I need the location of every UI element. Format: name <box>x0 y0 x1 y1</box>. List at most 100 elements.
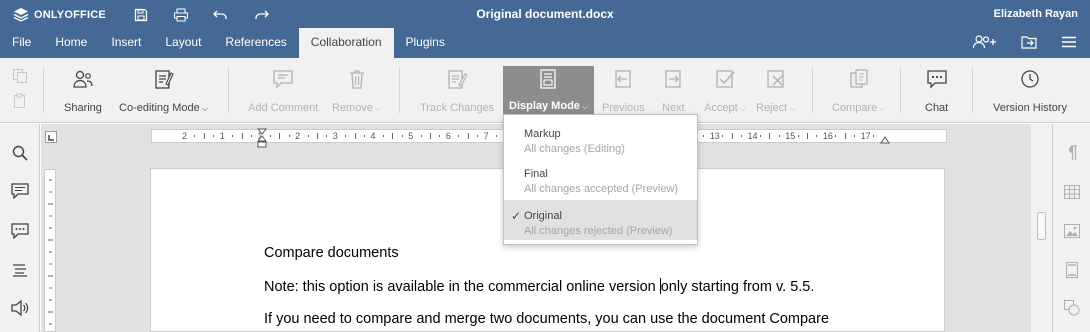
tab-layout[interactable]: Layout <box>153 28 213 58</box>
ruler-tick <box>392 133 394 139</box>
ruler-tick <box>288 135 290 137</box>
option-label: Markup <box>524 128 561 140</box>
display-mode-option-final[interactable]: Final All changes accepted (Preview) <box>504 158 697 198</box>
checkmark-icon: ✓ <box>511 209 522 223</box>
accept-label: Accept <box>704 102 738 114</box>
shape-settings-icon[interactable] <box>1061 297 1083 319</box>
document-paragraph[interactable]: Note: this option is available in the co… <box>264 278 814 295</box>
copy-icon[interactable] <box>12 68 28 87</box>
ruler-number: 4 <box>370 131 376 141</box>
indent-marker[interactable] <box>257 128 267 148</box>
separator <box>812 67 813 113</box>
tab-references[interactable]: References <box>213 28 298 58</box>
search-icon[interactable] <box>9 142 31 164</box>
track-changes-button[interactable]: Track Changes <box>417 68 497 114</box>
reject-button[interactable]: Reject ⌵ <box>753 68 798 114</box>
chat-icon <box>926 70 947 89</box>
ruler-tick <box>279 133 281 139</box>
image-settings-icon[interactable] <box>1061 220 1083 242</box>
ruler-tick <box>430 133 432 139</box>
document-heading[interactable]: Compare documents <box>264 245 399 261</box>
vertical-ruler[interactable] <box>44 169 56 332</box>
ruler-tick <box>816 135 818 137</box>
ruler-tick <box>203 133 205 139</box>
ruler-tick <box>382 135 384 137</box>
track-changes-icon <box>448 70 468 89</box>
menu-tabs: File Home Insert Layout References Colla… <box>0 28 457 58</box>
user-name[interactable]: Elizabeth Rayan <box>994 8 1078 20</box>
compare-label: Compare <box>832 102 878 114</box>
compare-icon <box>850 69 868 88</box>
tab-stop-selector[interactable] <box>45 131 57 143</box>
header-footer-settings-icon[interactable] <box>1061 259 1083 281</box>
display-mode-option-original[interactable]: ✓ Original All changes rejected (Preview… <box>504 200 697 240</box>
ruler-tick <box>354 133 356 139</box>
ruler-tick <box>241 133 243 139</box>
add-user-icon[interactable] <box>972 33 998 51</box>
sharing-label: Sharing <box>64 102 102 114</box>
ruler-number: 14 <box>747 131 758 141</box>
separator <box>399 67 400 113</box>
speaker-icon[interactable] <box>9 297 31 319</box>
remove-button[interactable]: Remove ⌵ <box>329 68 384 114</box>
ruler-tick <box>326 135 328 137</box>
ruler-tick <box>731 133 733 139</box>
separator <box>900 67 901 113</box>
vertical-scrollbar[interactable] <box>1031 124 1052 332</box>
ruler-number: 16 <box>822 131 833 141</box>
next-button[interactable]: Next <box>659 68 688 114</box>
scrollbar-thumb[interactable] <box>1037 212 1046 240</box>
ruler-tick <box>194 135 196 137</box>
co-editing-mode-button[interactable]: Co-editing Mode ⌵ <box>116 68 211 114</box>
paragraph-settings-icon[interactable] <box>1061 142 1083 164</box>
ruler-tick <box>835 135 837 137</box>
ruler-tick <box>854 135 856 137</box>
ruler-tick <box>232 135 234 137</box>
ruler-tick <box>420 135 422 137</box>
chevron-down-icon: ⌵ <box>739 104 746 113</box>
tab-insert[interactable]: Insert <box>99 28 153 58</box>
remove-label: Remove <box>332 102 373 114</box>
ruler-number: 17 <box>860 131 871 141</box>
navigation-icon[interactable] <box>9 259 31 281</box>
table-settings-icon[interactable] <box>1061 181 1083 203</box>
compare-button[interactable]: Compare ⌵ <box>829 68 888 114</box>
accept-icon <box>716 70 735 88</box>
trash-icon <box>349 70 364 89</box>
comments-icon[interactable] <box>9 180 31 202</box>
history-icon <box>1021 70 1039 88</box>
previous-button[interactable]: Previous <box>599 68 648 114</box>
separator <box>228 67 229 113</box>
paste-icon[interactable] <box>12 93 28 112</box>
ruler-tick <box>873 135 875 137</box>
previous-label: Previous <box>602 102 645 114</box>
ruler-tick <box>467 133 469 139</box>
ruler-number: 2 <box>295 131 301 141</box>
display-mode-button[interactable]: Display Mode ⌵ <box>503 66 594 116</box>
ruler-tick <box>741 135 743 137</box>
sharing-button[interactable]: Sharing <box>61 68 105 114</box>
ruler-number: 6 <box>445 131 451 141</box>
right-indent-marker[interactable] <box>880 130 890 144</box>
comment-icon <box>273 70 293 89</box>
tab-collaboration[interactable]: Collaboration <box>298 28 394 58</box>
tab-plugins[interactable]: Plugins <box>394 28 457 58</box>
ruler-tick <box>778 135 780 137</box>
ruler-tick <box>807 133 809 139</box>
open-location-icon[interactable] <box>1018 33 1040 51</box>
version-history-button[interactable]: Version History <box>990 68 1070 114</box>
ruler-tick <box>345 135 347 137</box>
tab-home[interactable]: Home <box>43 28 99 58</box>
display-mode-option-markup[interactable]: Markup All changes (Editing) <box>504 118 697 158</box>
hamburger-menu-icon[interactable] <box>1058 33 1080 51</box>
ruler-tick <box>439 135 441 137</box>
co-editing-icon <box>155 70 175 89</box>
ruler-tick <box>844 133 846 139</box>
accept-button[interactable]: Accept ⌵ <box>701 68 749 114</box>
add-comment-button[interactable]: Add Comment <box>245 68 321 114</box>
tab-file[interactable]: File <box>0 28 43 58</box>
document-paragraph[interactable]: If you need to compare and merge two doc… <box>264 311 829 327</box>
chat-icon[interactable] <box>9 220 31 242</box>
sharing-icon <box>73 70 93 88</box>
chat-button[interactable]: Chat <box>922 68 951 114</box>
